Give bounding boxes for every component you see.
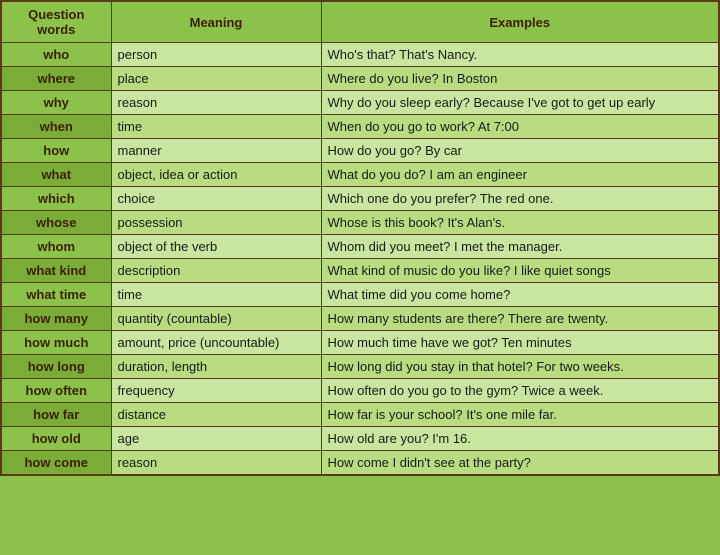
col-header-examples: Examples: [321, 1, 719, 43]
example-cell: Whose is this book? It's Alan's.: [321, 211, 719, 235]
meaning-cell: time: [111, 283, 321, 307]
example-cell: Who's that? That's Nancy.: [321, 43, 719, 67]
table-row: whosepossessionWhose is this book? It's …: [1, 211, 719, 235]
table-row: whichchoiceWhich one do you prefer? The …: [1, 187, 719, 211]
table-row: whomobject of the verbWhom did you meet?…: [1, 235, 719, 259]
question-word-cell: how: [1, 139, 111, 163]
example-cell: When do you go to work? At 7:00: [321, 115, 719, 139]
example-cell: What do you do? I am an engineer: [321, 163, 719, 187]
table-row: how muchamount, price (uncountable)How m…: [1, 331, 719, 355]
meaning-cell: reason: [111, 451, 321, 476]
question-word-cell: when: [1, 115, 111, 139]
example-cell: Where do you live? In Boston: [321, 67, 719, 91]
meaning-cell: place: [111, 67, 321, 91]
example-cell: How much time have we got? Ten minutes: [321, 331, 719, 355]
question-word-cell: why: [1, 91, 111, 115]
question-word-cell: how long: [1, 355, 111, 379]
example-cell: Which one do you prefer? The red one.: [321, 187, 719, 211]
meaning-cell: distance: [111, 403, 321, 427]
table-row: whyreasonWhy do you sleep early? Because…: [1, 91, 719, 115]
meaning-cell: object of the verb: [111, 235, 321, 259]
meaning-cell: amount, price (uncountable): [111, 331, 321, 355]
table-row: what kinddescriptionWhat kind of music d…: [1, 259, 719, 283]
question-word-cell: what kind: [1, 259, 111, 283]
table-row: whereplaceWhere do you live? In Boston: [1, 67, 719, 91]
meaning-cell: time: [111, 115, 321, 139]
table-row: how longduration, lengthHow long did you…: [1, 355, 719, 379]
table-row: how oftenfrequencyHow often do you go to…: [1, 379, 719, 403]
question-word-cell: where: [1, 67, 111, 91]
meaning-cell: person: [111, 43, 321, 67]
meaning-cell: manner: [111, 139, 321, 163]
table-row: how manyquantity (countable)How many stu…: [1, 307, 719, 331]
example-cell: How do you go? By car: [321, 139, 719, 163]
meaning-cell: age: [111, 427, 321, 451]
meaning-cell: possession: [111, 211, 321, 235]
question-word-cell: whom: [1, 235, 111, 259]
example-cell: Whom did you meet? I met the manager.: [321, 235, 719, 259]
example-cell: How old are you? I'm 16.: [321, 427, 719, 451]
example-cell: How far is your school? It's one mile fa…: [321, 403, 719, 427]
table-row: whatobject, idea or actionWhat do you do…: [1, 163, 719, 187]
question-word-cell: how often: [1, 379, 111, 403]
question-word-cell: how much: [1, 331, 111, 355]
example-cell: Why do you sleep early? Because I've got…: [321, 91, 719, 115]
table-row: how comereasonHow come I didn't see at t…: [1, 451, 719, 476]
question-words-table: Question words Meaning Examples whoperso…: [0, 0, 720, 476]
example-cell: What time did you come home?: [321, 283, 719, 307]
meaning-cell: quantity (countable): [111, 307, 321, 331]
question-word-cell: who: [1, 43, 111, 67]
question-word-cell: what time: [1, 283, 111, 307]
meaning-cell: frequency: [111, 379, 321, 403]
example-cell: How many students are there? There are t…: [321, 307, 719, 331]
col-header-question-words: Question words: [1, 1, 111, 43]
question-word-cell: what: [1, 163, 111, 187]
meaning-cell: reason: [111, 91, 321, 115]
question-word-cell: how far: [1, 403, 111, 427]
example-cell: How come I didn't see at the party?: [321, 451, 719, 476]
question-word-cell: how come: [1, 451, 111, 476]
example-cell: How long did you stay in that hotel? For…: [321, 355, 719, 379]
col-header-meaning: Meaning: [111, 1, 321, 43]
question-word-cell: how many: [1, 307, 111, 331]
meaning-cell: description: [111, 259, 321, 283]
table-row: how fardistanceHow far is your school? I…: [1, 403, 719, 427]
table-row: whentimeWhen do you go to work? At 7:00: [1, 115, 719, 139]
table-row: whopersonWho's that? That's Nancy.: [1, 43, 719, 67]
table-row: howmannerHow do you go? By car: [1, 139, 719, 163]
meaning-cell: object, idea or action: [111, 163, 321, 187]
example-cell: What kind of music do you like? I like q…: [321, 259, 719, 283]
question-word-cell: how old: [1, 427, 111, 451]
example-cell: How often do you go to the gym? Twice a …: [321, 379, 719, 403]
question-word-cell: whose: [1, 211, 111, 235]
table-row: what timetimeWhat time did you come home…: [1, 283, 719, 307]
table-row: how oldageHow old are you? I'm 16.: [1, 427, 719, 451]
meaning-cell: duration, length: [111, 355, 321, 379]
meaning-cell: choice: [111, 187, 321, 211]
question-word-cell: which: [1, 187, 111, 211]
